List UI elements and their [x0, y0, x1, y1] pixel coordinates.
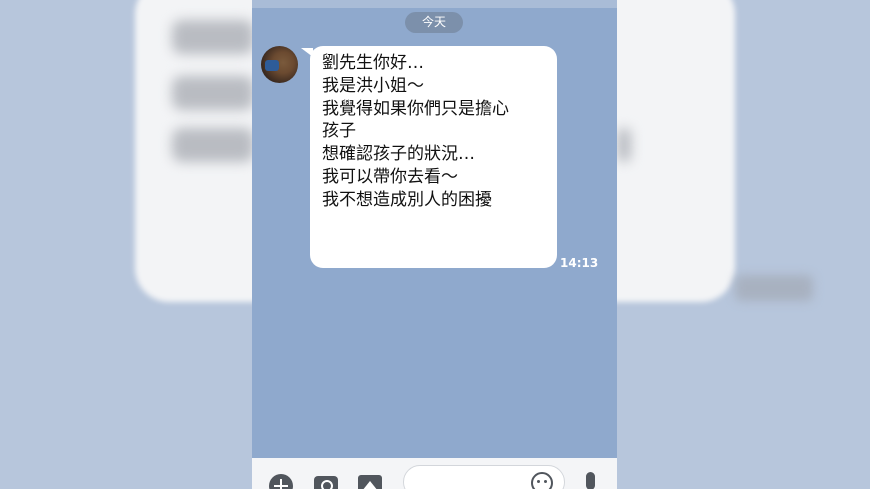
message-line: 我覺得如果你們只是擔心	[322, 98, 509, 119]
message-timestamp: 14:13	[560, 256, 599, 270]
background-blur-text	[617, 128, 631, 162]
message-line: 劉先生你好…	[322, 53, 424, 73]
date-separator: 今天	[405, 12, 463, 33]
chat-screen: 今天 劉先生你好… 我是洪小姐～ 我覺得如果你們只是擔心 孩子 想確認孩子的狀況…	[252, 0, 617, 489]
message-line: 想確認孩子的狀況…	[322, 144, 475, 165]
input-bar	[252, 458, 617, 489]
avatar[interactable]	[261, 46, 298, 83]
background-blur-text	[172, 20, 254, 54]
background-watermark	[735, 275, 813, 301]
image-icon[interactable]	[358, 475, 382, 489]
message-line: 我不想造成別人的困擾	[322, 189, 492, 210]
background-blur-text	[172, 76, 254, 110]
camera-icon[interactable]	[314, 476, 338, 489]
plus-icon[interactable]	[269, 474, 293, 489]
mic-icon[interactable]	[586, 472, 595, 489]
emoji-icon[interactable]	[531, 472, 553, 489]
message-line: 孩子	[322, 121, 356, 142]
message-bubble[interactable]: 劉先生你好… 我是洪小姐～ 我覺得如果你們只是擔心 孩子 想確認孩子的狀況… 我…	[301, 46, 557, 268]
message-line: 我可以帶你去看～	[322, 166, 458, 187]
message-line: 我是洪小姐～	[322, 75, 424, 96]
background-blur-text	[172, 128, 254, 162]
